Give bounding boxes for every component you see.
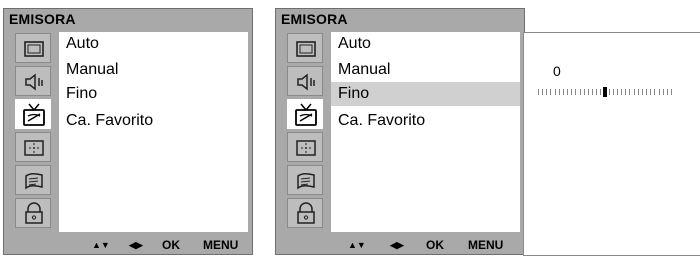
option-menu-button[interactable]	[287, 165, 323, 195]
slider-tick	[575, 89, 576, 95]
menu-item[interactable]: Manual	[331, 58, 520, 82]
osd-menu-panel: EMISORA Auto Manual Fino Ca. Favorito ▲▼ ◀▶…	[275, 8, 525, 255]
slider-tick	[542, 89, 543, 95]
menu-list: Auto Manual Fino Ca. Favorito	[59, 32, 248, 232]
fine-tune-value: 0	[553, 63, 561, 79]
slider-tick	[584, 89, 585, 95]
speaker-menu-button[interactable]	[15, 66, 51, 96]
slider-tick	[659, 89, 660, 95]
fine-tune-slider[interactable]	[538, 87, 672, 97]
menu-item[interactable]: Ca. Favorito	[331, 109, 520, 133]
slider-tick	[567, 89, 568, 95]
ok-label: OK	[162, 238, 180, 252]
slider-tick	[646, 89, 647, 95]
panel-title: EMISORA	[281, 11, 348, 27]
clock-menu-button[interactable]	[287, 132, 323, 162]
slider-tick	[596, 89, 597, 95]
slider-tick	[559, 89, 560, 95]
slider-tick	[588, 89, 589, 95]
slider-tick	[571, 89, 572, 95]
slider-tick	[629, 89, 630, 95]
slider-tick	[650, 89, 651, 95]
slider-tick	[563, 89, 564, 95]
screen-menu-button[interactable]	[287, 33, 323, 63]
slider-tick	[642, 89, 643, 95]
menu-item[interactable]: Auto	[331, 32, 520, 56]
speaker-menu-button[interactable]	[287, 66, 323, 96]
slider-tick	[667, 89, 668, 95]
slider-tick	[592, 89, 593, 95]
option-menu-button[interactable]	[15, 165, 51, 195]
slider-tick	[600, 89, 601, 95]
slider-tick	[663, 89, 664, 95]
slider-tick	[555, 89, 556, 95]
left-right-arrows-icon: ◀▶	[390, 240, 404, 250]
slider-tick	[546, 89, 547, 95]
menu-item[interactable]: Fino	[331, 82, 520, 106]
slider-tick	[609, 89, 610, 95]
menu-item[interactable]: Auto	[59, 32, 248, 56]
menu-item[interactable]: Ca. Favorito	[59, 109, 248, 133]
slider-tick	[638, 89, 639, 95]
slider-tick	[671, 89, 672, 95]
slider-tick	[634, 89, 635, 95]
tv-antenna-menu-button[interactable]	[15, 99, 51, 129]
slider-tick	[617, 89, 618, 95]
slider-thumb[interactable]	[603, 87, 607, 97]
menu-item[interactable]: Fino	[59, 82, 248, 106]
slider-tick	[625, 89, 626, 95]
up-down-arrows-icon: ▲▼	[92, 240, 110, 250]
panel-title: EMISORA	[9, 11, 76, 27]
menu-item[interactable]: Manual	[59, 58, 248, 82]
slider-tick	[550, 89, 551, 95]
lock-menu-button[interactable]	[287, 198, 323, 228]
nav-bar: ▲▼ ◀▶ OK MENU	[276, 235, 524, 253]
slider-tick	[654, 89, 655, 95]
lock-menu-button[interactable]	[15, 198, 51, 228]
slider-tick	[538, 89, 539, 95]
left-right-arrows-icon: ◀▶	[129, 240, 143, 250]
slider-tick	[580, 89, 581, 95]
menu-label: MENU	[203, 238, 239, 252]
slider-tick	[621, 89, 622, 95]
ok-label: OK	[426, 238, 444, 252]
menu-label: MENU	[468, 238, 504, 252]
slider-tick	[613, 89, 614, 95]
nav-bar: ▲▼ ◀▶ OK MENU	[4, 235, 252, 253]
osd-menu-panel: EMISORA Auto Manual Fino Ca. Favorito ▲▼ ◀▶…	[3, 8, 253, 255]
up-down-arrows-icon: ▲▼	[348, 240, 366, 250]
fine-tune-box: 0	[523, 32, 700, 256]
menu-list: Auto Manual Fino Ca. Favorito	[331, 32, 520, 232]
screen-menu-button[interactable]	[15, 33, 51, 63]
clock-menu-button[interactable]	[15, 132, 51, 162]
tv-antenna-menu-button[interactable]	[287, 99, 323, 129]
